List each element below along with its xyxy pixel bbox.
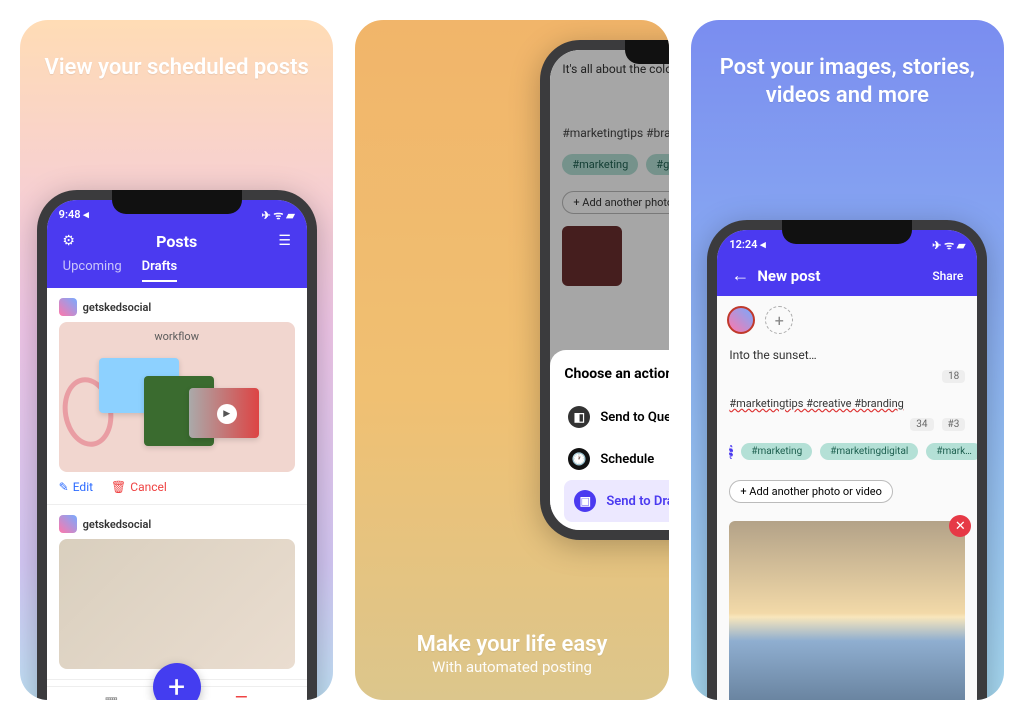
app-header: 9:48 ◂ ✈ ᯤ ▰ ⚙ Posts ☰ Upcoming Drafts xyxy=(47,200,307,288)
add-photo-button[interactable]: + Add another photo o… xyxy=(562,191,668,214)
headline: Make your life easy xyxy=(355,631,668,659)
phone-mockup: It's all about the colou… #marketingtips… xyxy=(540,40,668,540)
promo-panel-newpost: Post your images, stories, videos and mo… xyxy=(691,20,1004,700)
share-button[interactable]: Share xyxy=(932,269,963,283)
phone-mockup: 12:24 ◂ ✈ ᯤ ▰ ← New post Share + Into th… xyxy=(707,220,987,700)
caption-input[interactable]: Into the sunset… xyxy=(717,344,977,366)
nav-content[interactable]: ☶ Content xyxy=(226,693,258,700)
tabs: Upcoming Drafts xyxy=(59,259,295,288)
hashtag-suggestions: #marketing #marketingdigital #mark… xyxy=(717,435,977,468)
workflow-label: workflow xyxy=(59,330,295,343)
headline: Post your images, stories, videos and mo… xyxy=(691,20,1004,109)
action-send-to-queue[interactable]: ◧ Send to Queue xyxy=(564,396,668,438)
status-time: 9:48 ◂ xyxy=(59,208,89,223)
subheadline: With automated posting xyxy=(355,658,668,676)
draft-image[interactable] xyxy=(59,539,295,669)
screen: It's all about the colou… #marketingtips… xyxy=(550,50,668,530)
filter-icon[interactable]: ☰ xyxy=(275,231,295,251)
caption-preview: It's all about the colou… xyxy=(562,62,668,76)
tab-drafts[interactable]: Drafts xyxy=(142,259,178,282)
cancel-button[interactable]: 🗑 Cancel xyxy=(111,480,167,494)
media-thumbnail[interactable] xyxy=(562,226,622,286)
draft-image[interactable]: workflow ▶ xyxy=(59,322,295,472)
pencil-icon: ✎ xyxy=(59,480,69,494)
screen: 9:48 ◂ ✈ ᯤ ▰ ⚙ Posts ☰ Upcoming Drafts g… xyxy=(47,200,307,700)
account-avatar xyxy=(59,515,77,533)
play-icon: ▶ xyxy=(217,404,237,424)
queue-icon: ◧ xyxy=(568,406,590,428)
headline: View your scheduled posts xyxy=(31,20,323,82)
clock-icon: 🕐 xyxy=(568,448,590,470)
compose-area: + Into the sunset… 18 #marketingtips #cr… xyxy=(717,296,977,700)
app-header: 12:24 ◂ ✈ ᯤ ▰ ← New post Share xyxy=(717,230,977,296)
account-avatar xyxy=(59,298,77,316)
nav-planner[interactable]: ▦ Planner xyxy=(96,693,127,700)
status-time: 12:24 ◂ xyxy=(729,238,765,253)
back-icon[interactable]: ← xyxy=(731,265,749,286)
bottom-nav: ▦ Planner + ☶ Content xyxy=(47,686,307,700)
list-icon: ☶ xyxy=(235,693,248,700)
edit-button[interactable]: ✎ Edit xyxy=(59,480,93,494)
action-schedule[interactable]: 🕐 Schedule xyxy=(564,438,668,480)
action-send-to-drafts[interactable]: ▣ Send to Drafts xyxy=(564,480,668,522)
media-preview[interactable]: ✕ xyxy=(729,521,965,700)
tag-pill[interactable]: #graphic… xyxy=(646,154,668,175)
account-name: getskedsocial xyxy=(83,518,152,531)
add-account-button[interactable]: + xyxy=(765,306,793,334)
promo-panel-scheduled: View your scheduled posts 9:48 ◂ ✈ ᯤ ▰ ⚙… xyxy=(20,20,333,700)
suggested-tag[interactable]: #mark… xyxy=(926,443,977,460)
status-icons: ✈ ᯤ ▰ xyxy=(261,208,294,223)
hashtag-line: #marketingtips #brandin… xyxy=(562,126,668,140)
grid-icon: ▦ xyxy=(104,693,118,700)
tag-pill[interactable]: #marketing xyxy=(562,154,638,175)
loading-spinner-icon xyxy=(729,445,733,459)
counter-badge: 34 xyxy=(910,418,933,431)
add-media-button[interactable]: + Add another photo or video xyxy=(729,480,893,503)
draft-card: getskedsocial xyxy=(47,505,307,680)
tab-upcoming[interactable]: Upcoming xyxy=(63,259,122,282)
folder-icon: ▣ xyxy=(574,490,596,512)
status-icons: ✈ ᯤ ▰ xyxy=(932,238,965,253)
action-sheet: Choose an action ◧ Send to Queue 🕐 Sched… xyxy=(550,350,668,530)
screen: 12:24 ◂ ✈ ᯤ ▰ ← New post Share + Into th… xyxy=(717,230,977,700)
suggested-tag[interactable]: #marketingdigital xyxy=(820,443,918,460)
remove-media-icon[interactable]: ✕ xyxy=(949,515,971,537)
settings-icon[interactable]: ⚙ xyxy=(59,231,79,251)
selected-account-avatar[interactable] xyxy=(727,306,755,334)
page-title: Posts xyxy=(79,232,275,251)
counter-badge: #3 xyxy=(942,418,966,431)
account-name: getskedsocial xyxy=(83,301,152,314)
promo-panel-automation: It's all about the colou… #marketingtips… xyxy=(355,20,668,700)
page-title: New post xyxy=(757,267,924,285)
char-counter: 18 xyxy=(942,370,965,383)
trash-icon: 🗑 xyxy=(111,480,126,494)
draft-card: getskedsocial workflow ▶ ✎ Edit xyxy=(47,288,307,505)
suggested-tag[interactable]: #marketing xyxy=(741,443,812,460)
phone-mockup: 9:48 ◂ ✈ ᯤ ▰ ⚙ Posts ☰ Upcoming Drafts g… xyxy=(37,190,317,700)
hashtag-input[interactable]: #marketingtips #creative #branding xyxy=(717,387,977,414)
sheet-title: Choose an action xyxy=(564,366,668,382)
